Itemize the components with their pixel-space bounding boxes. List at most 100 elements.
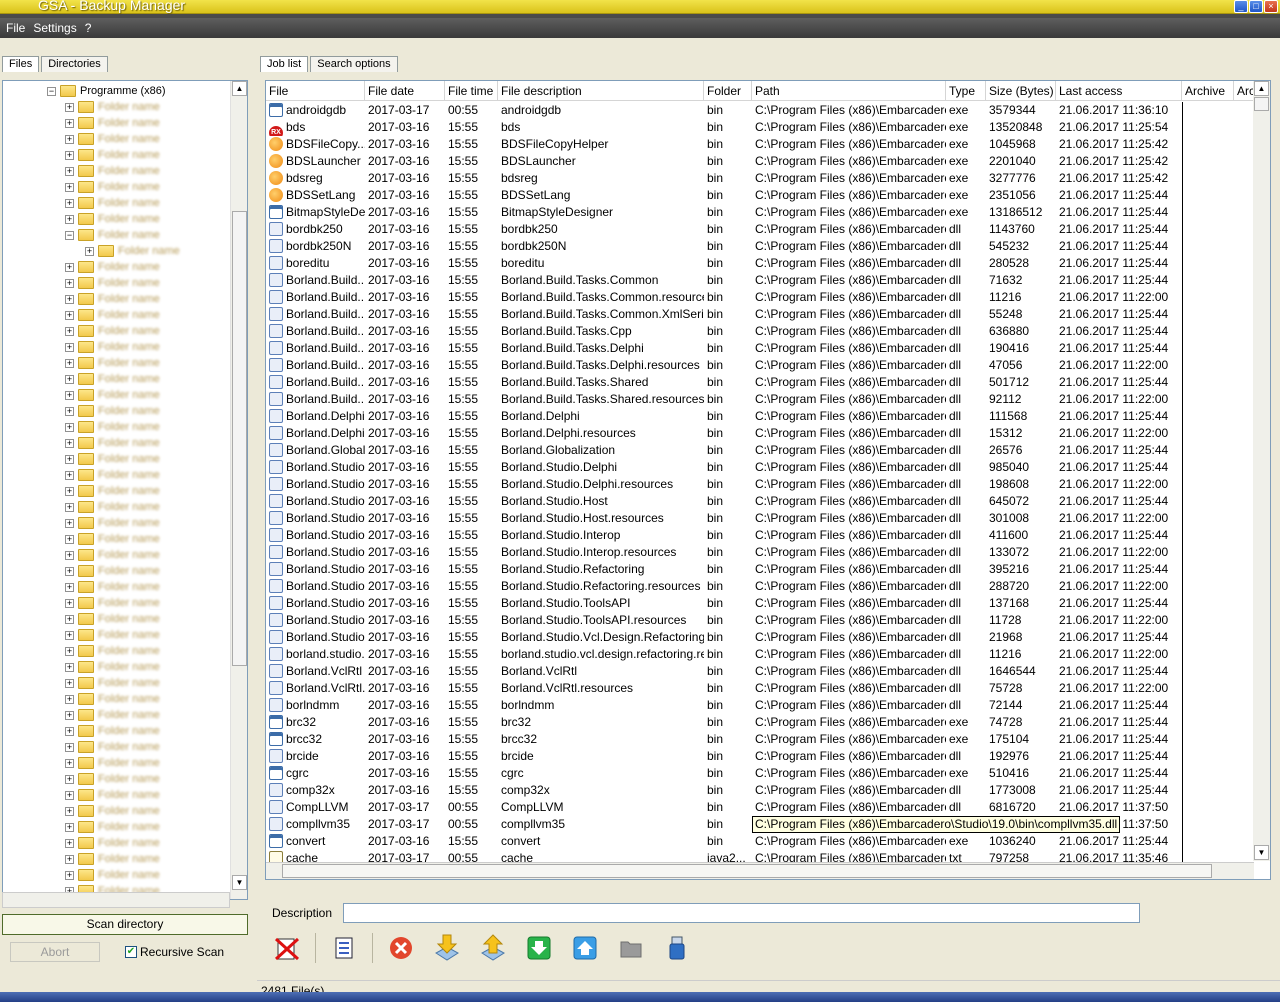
directory-tree[interactable]: − Programme (x86) + Folder name + Folder na… [2,80,248,900]
expand-icon[interactable]: + [65,278,74,288]
expand-icon[interactable]: + [65,294,74,304]
scroll-down-icon[interactable]: ▼ [232,875,247,890]
table-row[interactable]: Borland.Studio...2017-03-16 15:55 Borland.… [266,612,1254,629]
tree-item[interactable]: + Folder name [65,739,160,755]
tree-item[interactable]: + Folder name [65,195,160,211]
tree-item[interactable]: + Folder name [65,563,160,579]
table-row[interactable]: Borland.Build.... 2017-03-16 15:55 Borland.… [266,272,1254,289]
column-header[interactable]: Folder [704,81,752,101]
table-row[interactable]: borlndmm 2017-03-16 15:55 borlndmm bin C:\Pro… [266,697,1254,714]
table-row[interactable]: Borland.Global...2017-03-16 15:55 Borland.… [266,442,1254,459]
backup-icon[interactable] [567,931,603,965]
expand-icon[interactable]: + [65,790,74,800]
grid-horizontal-scrollbar[interactable] [266,862,1254,879]
table-row[interactable]: borland.studio....2017-03-16 15:55 borland… [266,646,1254,663]
collapse-icon[interactable]: − [47,86,56,96]
expand-icon[interactable]: + [65,854,74,864]
table-row[interactable]: Borland.Build.... 2017-03-16 15:55 Borland.… [266,289,1254,306]
tree-item[interactable]: + Folder name [65,707,160,723]
tree-item[interactable]: + Folder name [65,515,160,531]
table-row[interactable]: Borland.Studio...2017-03-16 15:55 Borland.… [266,578,1254,595]
recursive-scan-checkbox[interactable]: ✔ Recursive Scan [125,945,224,959]
expand-icon[interactable]: + [65,118,74,128]
tree-item-root[interactable]: − Programme (x86) [47,83,166,99]
table-row[interactable]: BitmapStyleDe...2017-03-16 15:55 BitmapSty… [266,204,1254,221]
expand-icon[interactable]: + [65,502,74,512]
table-row[interactable]: Borland.Delphi 2017-03-16 15:55 Borland.Del… [266,408,1254,425]
table-row[interactable]: convert 2017-03-16 15:55 convert bin C:\Progr… [266,833,1254,850]
tree-item[interactable]: + Folder name [65,99,160,115]
tree-item[interactable]: − Folder name [65,227,160,243]
scroll-up-icon[interactable]: ▲ [1254,81,1269,96]
expand-icon[interactable]: + [65,678,74,688]
tree-item[interactable]: + Folder name [65,451,160,467]
expand-icon[interactable]: + [65,214,74,224]
tree-item[interactable]: + Folder name [65,547,160,563]
column-header[interactable]: Path [752,81,946,101]
tree-item[interactable]: + Folder name [65,483,160,499]
expand-icon[interactable]: + [65,406,74,416]
column-header[interactable]: Size (Bytes) [986,81,1056,101]
tree-item[interactable]: + Folder name [65,467,160,483]
scroll-thumb[interactable] [282,864,1212,878]
tree-item[interactable]: + Folder name [65,643,160,659]
column-header[interactable]: File date [365,81,445,101]
tree-item[interactable]: + Folder name [65,355,160,371]
table-row[interactable]: bdsreg 2017-03-16 15:55 bdsreg bin C:\Program… [266,170,1254,187]
expand-icon[interactable]: + [65,182,74,192]
tab-files[interactable]: Files [2,56,40,72]
table-row[interactable]: Borland.Studio...2017-03-16 15:55 Borland.… [266,510,1254,527]
table-row[interactable]: cache 2017-03-17 00:55 cache java2... C:\Prog… [266,850,1254,862]
table-row[interactable]: boreditu 2017-03-16 15:55 boreditu bin C:\Pro… [266,255,1254,272]
download-icon[interactable] [429,931,465,965]
table-row[interactable]: BDSFileCopy... 2017-03-16 15:55 BDSFileCopy… [266,136,1254,153]
table-row[interactable]: Borland.Build.... 2017-03-16 15:55 Borland.… [266,391,1254,408]
expand-icon[interactable]: + [65,822,74,832]
tree-item[interactable]: + Folder name [65,179,160,195]
expand-icon[interactable]: + [65,726,74,736]
tree-item[interactable]: + Folder name [65,611,160,627]
tree-item[interactable]: + Folder name [65,259,160,275]
scroll-thumb[interactable] [1254,97,1269,111]
column-header[interactable]: Archi [1234,81,1254,101]
table-row[interactable]: bordbk250N 2017-03-16 15:55 bordbk250N bin C:… [266,238,1254,255]
tree-item[interactable]: + Folder name [65,627,160,643]
tree-item[interactable]: + Folder name [65,691,160,707]
tree-item[interactable]: + Folder name [65,323,160,339]
table-row[interactable]: Borland.Build.... 2017-03-16 15:55 Borland.… [266,323,1254,340]
tree-item[interactable]: + Folder name [65,387,160,403]
description-field[interactable] [343,903,1140,923]
expand-icon[interactable]: + [65,262,74,272]
table-row[interactable]: Borland.Studio...2017-03-16 15:55 Borland.… [266,595,1254,612]
upload-icon[interactable] [475,931,511,965]
column-header[interactable]: Archive [1182,81,1234,101]
expand-icon[interactable]: + [65,774,74,784]
table-row[interactable]: Borland.VclRtl... 2017-03-16 15:55 Borland.… [266,680,1254,697]
scan-directory-button[interactable]: Scan directory [2,914,248,935]
tab-search-options[interactable]: Search options [310,56,398,72]
table-row[interactable]: Borland.Build.... 2017-03-16 15:55 Borland.… [266,306,1254,323]
table-row[interactable]: compllvm35 2017-03-17 00:55 compllvm35 bin C:… [266,816,1254,833]
expand-icon[interactable]: + [65,614,74,624]
expand-icon[interactable]: + [65,342,74,352]
column-header[interactable]: File time [445,81,498,101]
tree-item[interactable]: + Folder name [65,723,160,739]
tree-item[interactable]: + Folder name [65,403,160,419]
menu-file[interactable]: File [6,21,25,35]
usb-drive-icon[interactable] [659,931,695,965]
tree-item[interactable]: + Folder name [65,851,160,867]
tree-item[interactable]: + Folder name [65,675,160,691]
delete-jobs-icon[interactable] [269,931,305,965]
abort-button[interactable]: Abort [10,942,100,962]
expand-icon[interactable]: + [65,150,74,160]
table-row[interactable]: Borland.VclRtl 2017-03-16 15:55 Borland.Vcl… [266,663,1254,680]
tree-item[interactable]: + Folder name [85,243,180,259]
table-row[interactable]: brcc32 2017-03-16 15:55 brcc32 bin C:\Program… [266,731,1254,748]
column-header[interactable]: Last access [1056,81,1182,101]
tree-item[interactable]: + Folder name [65,659,160,675]
tree-item[interactable]: + Folder name [65,531,160,547]
expand-icon[interactable]: + [65,102,74,112]
expand-icon[interactable]: + [85,246,94,256]
tree-item[interactable]: + Folder name [65,435,160,451]
expand-icon[interactable]: + [65,598,74,608]
